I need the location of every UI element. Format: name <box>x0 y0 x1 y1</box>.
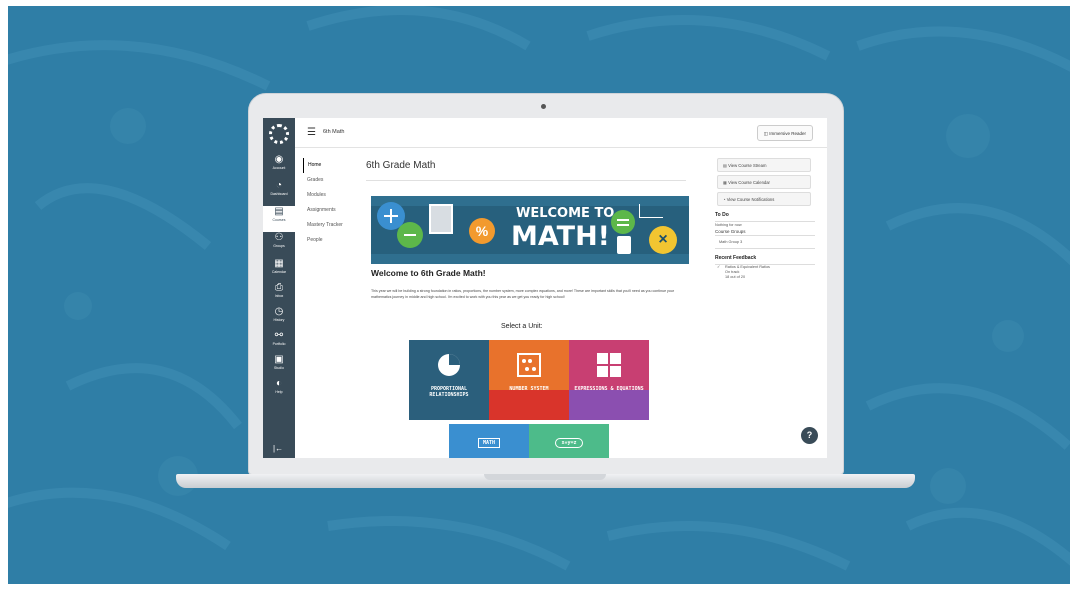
nav-dashboard[interactable]: ◔ Dashboard <box>263 180 295 206</box>
pie-chart-icon <box>438 354 460 376</box>
multiply-circle-icon: × <box>649 226 677 254</box>
nav-groups[interactable]: ⚇ Groups <box>263 232 295 258</box>
nav-inbox[interactable]: ⎙ Inbox <box>263 282 295 308</box>
nav-account[interactable]: ◉ Account <box>263 154 295 180</box>
view-course-notifications-button[interactable]: ◔ View Course Notifications <box>717 192 811 206</box>
courses-icon: ▤ <box>274 206 284 217</box>
nav-help[interactable]: ◐ Help <box>263 378 295 404</box>
immersive-reader-button[interactable]: ◫ Immersive Reader <box>756 125 813 141</box>
collapse-nav-icon[interactable]: |← <box>273 444 283 453</box>
select-unit-label: Select a Unit: <box>501 323 543 330</box>
right-sidebar: ▤ View Course Stream ▦ View Course Calen… <box>715 158 815 280</box>
nav-calendar[interactable]: ▦ Calendar <box>263 258 295 284</box>
course-nav-assignments[interactable]: Assignments <box>303 203 358 218</box>
groups-icon: ⚇ <box>274 232 284 243</box>
plus-v <box>390 209 392 223</box>
global-nav: ◉ Account ◔ Dashboard ▤ Courses ⚇ Groups ▦ Ca… <box>263 118 295 458</box>
unit-tile-expressions[interactable]: EXPRESSIONS & EQUATIONS <box>569 340 649 420</box>
help-question-icon[interactable]: ? <box>801 427 818 444</box>
banner-welcome-text: WELCOME TO <box>516 206 615 221</box>
portfolio-icon: ⚯ <box>274 330 284 341</box>
unit-tile-equations[interactable]: x+y=z <box>529 424 609 458</box>
laptop-camera <box>541 104 546 109</box>
course-nav-home[interactable]: Home <box>303 158 358 173</box>
nav-portfolio[interactable]: ⚯ Portfolio <box>263 330 295 356</box>
nav-studio[interactable]: ▣ Studio <box>263 354 295 380</box>
canvas-logo-icon[interactable] <box>269 124 289 144</box>
top-bar: ☰ 6th Math ◫ Immersive Reader <box>295 118 827 148</box>
unit-tile-math[interactable]: MATH <box>449 424 529 458</box>
eq-2 <box>617 224 629 226</box>
todo-heading: To Do <box>715 212 815 222</box>
expressions-band <box>569 390 649 420</box>
percent-icon: % <box>469 218 495 244</box>
laptop-notch <box>484 474 606 480</box>
help-icon: ◐ <box>275 378 283 389</box>
unit-tile-number-system[interactable]: NUMBER SYSTEM <box>489 340 569 420</box>
view-course-calendar-button[interactable]: ▦ View Course Calendar <box>717 175 811 189</box>
calendar-icon: ▦ <box>274 258 284 269</box>
operators-icon <box>597 353 621 377</box>
group-item[interactable]: Math Group 3 <box>715 235 815 249</box>
view-course-stream-button[interactable]: ▤ View Course Stream <box>717 158 811 172</box>
abacus-icon <box>517 353 541 377</box>
course-nav: Home Grades Modules Assignments Mastery … <box>303 158 358 248</box>
nav-courses[interactable]: ▤ Courses <box>263 206 295 232</box>
calculator-icon <box>429 204 453 234</box>
course-nav-grades[interactable]: Grades <box>303 173 358 188</box>
nav-history[interactable]: ◷ History <box>263 306 295 332</box>
history-icon: ◷ <box>274 306 284 317</box>
banner-math-text: MATH! <box>511 221 610 252</box>
page-title: 6th Grade Math <box>366 160 436 171</box>
equals-circle-icon <box>611 210 635 234</box>
breadcrumb[interactable]: 6th Math <box>323 129 344 135</box>
hamburger-menu-icon[interactable]: ☰ <box>307 127 316 138</box>
laptop-screen: ◉ Account ◔ Dashboard ▤ Courses ⚇ Groups ▦ Ca… <box>263 118 827 458</box>
minus-bar <box>404 234 416 236</box>
inbox-icon: ⎙ <box>275 282 283 293</box>
eq-1 <box>617 219 629 221</box>
welcome-banner: % WELCOME TO MATH! × <box>371 196 689 264</box>
number-band <box>489 390 569 420</box>
title-divider <box>366 180 686 181</box>
account-icon: ◉ <box>274 154 284 165</box>
course-nav-mastery-tracker[interactable]: Mastery Tracker <box>303 218 358 233</box>
graph-icon <box>639 204 663 218</box>
course-nav-modules[interactable]: Modules <box>303 188 358 203</box>
unit-tile-proportional[interactable]: PROPORTIONAL RELATIONSHIPS <box>409 340 489 420</box>
course-nav-people[interactable]: People <box>303 233 358 248</box>
welcome-paragraph: This year we will be building a strong f… <box>371 289 675 299</box>
feedback-score: 18 out of 20 <box>725 275 746 279</box>
studio-icon: ▣ <box>274 354 284 365</box>
cylinder-icon <box>617 236 631 254</box>
dashboard-icon: ◔ <box>275 180 283 191</box>
welcome-heading: Welcome to 6th Grade Math! <box>371 268 486 278</box>
recent-feedback-heading: Recent Feedback <box>715 255 815 265</box>
course-groups-heading: Course Groups <box>715 229 746 234</box>
